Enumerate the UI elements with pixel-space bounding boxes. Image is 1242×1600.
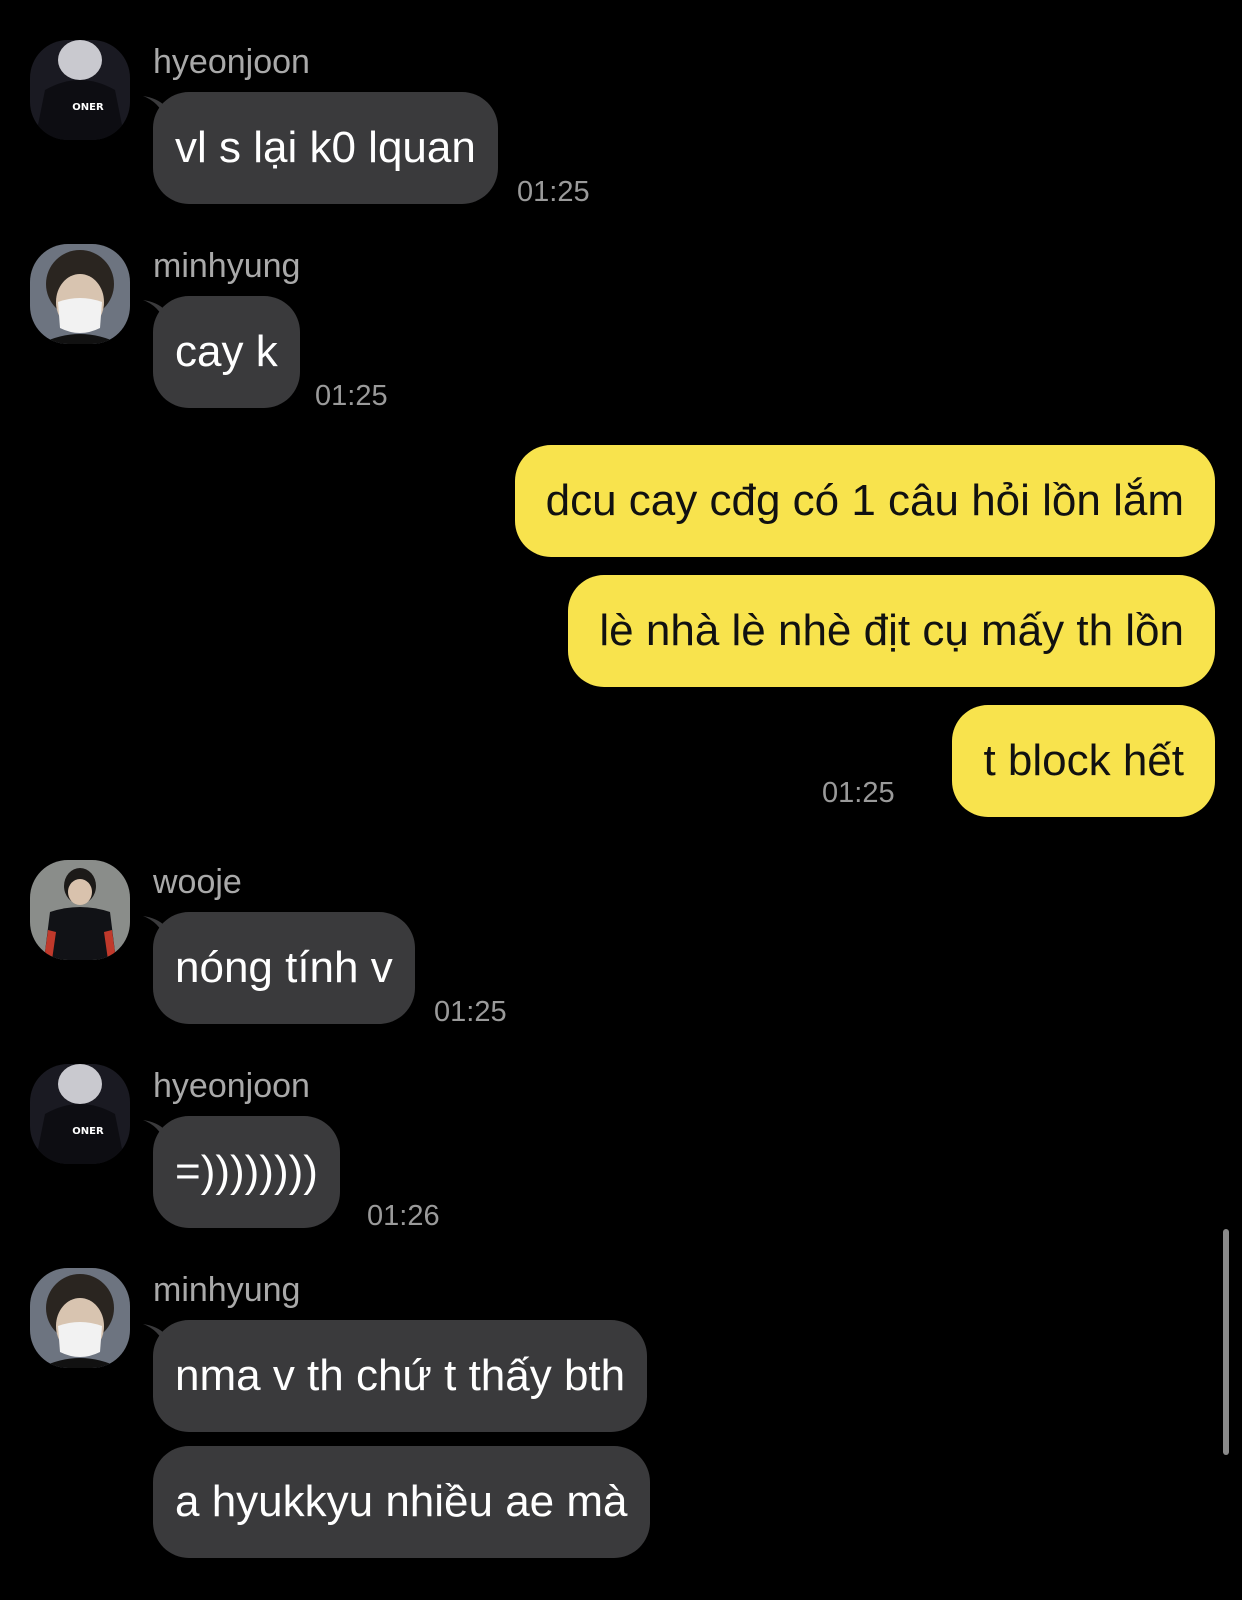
bubble-tail-icon xyxy=(143,1324,165,1346)
bubble-tail-icon xyxy=(1177,449,1199,471)
bubble-tail-icon xyxy=(143,96,165,118)
incoming-message-bubble[interactable]: nóng tính v xyxy=(153,912,415,1024)
sender-name: hyeonjoon xyxy=(153,1067,310,1105)
svg-text:ONER: ONER xyxy=(72,102,104,113)
minhyung-avatar[interactable] xyxy=(30,1268,130,1368)
message-timestamp: 01:25 xyxy=(822,777,895,809)
incoming-message-bubble[interactable]: =)))))))) xyxy=(153,1116,340,1228)
svg-text:ONER: ONER xyxy=(72,1126,104,1137)
outgoing-message-bubble[interactable]: lè nhà lè nhè địt cụ mấy th lồn xyxy=(568,575,1215,687)
chat-message-list[interactable]: ONER hyeonjoon vl s lại k0 lquan 01:25 m… xyxy=(0,0,1242,1600)
wooje-avatar[interactable] xyxy=(30,860,130,960)
sender-name: minhyung xyxy=(153,247,301,285)
message-timestamp: 01:25 xyxy=(517,176,590,208)
bubble-tail-icon xyxy=(143,300,165,322)
outgoing-message-bubble[interactable]: t block hết xyxy=(952,705,1215,817)
outgoing-message-bubble[interactable]: dcu cay cđg có 1 câu hỏi lồn lắm xyxy=(514,445,1215,557)
sender-name: minhyung xyxy=(153,1271,301,1309)
bubble-tail-icon xyxy=(143,916,165,938)
message-timestamp: 01:26 xyxy=(367,1200,440,1232)
scrollbar[interactable] xyxy=(1223,1229,1229,1455)
minhyung-avatar[interactable] xyxy=(30,244,130,344)
incoming-message-bubble[interactable]: vl s lại k0 lquan xyxy=(153,92,498,204)
incoming-message-bubble[interactable]: a hyukkyu nhiều ae mà xyxy=(153,1446,650,1558)
hyeonjoon-avatar[interactable]: ONER xyxy=(30,40,130,140)
incoming-message-bubble[interactable]: cay k xyxy=(153,296,300,408)
incoming-message-bubble[interactable]: nma v th chứ t thấy bth xyxy=(153,1320,648,1432)
sender-name: hyeonjoon xyxy=(153,43,310,81)
message-timestamp: 01:25 xyxy=(434,996,507,1028)
hyeonjoon-avatar[interactable]: ONER xyxy=(30,1064,130,1164)
message-timestamp: 01:25 xyxy=(315,380,388,412)
bubble-tail-icon xyxy=(143,1120,165,1142)
sender-name: wooje xyxy=(153,863,242,901)
